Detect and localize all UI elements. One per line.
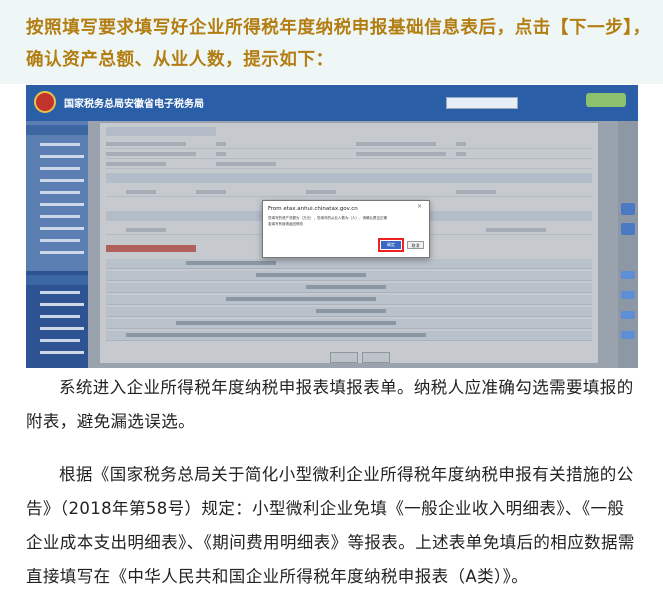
paragraph-select-attachments: 系统进入企业所得税年度纳税申报表填报表单。纳税人应准确勾选需要填报的附表，避免漏… — [26, 378, 634, 431]
sidebar-item[interactable] — [40, 203, 84, 206]
portal-search-input[interactable] — [446, 97, 518, 109]
toolbar-button[interactable] — [621, 271, 635, 279]
portal-user-button[interactable] — [586, 93, 626, 107]
dialog-origin: From etax.anhui.chinatax.gov.cn — [268, 206, 358, 212]
sidebar-item[interactable] — [40, 143, 80, 146]
sidebar-item[interactable] — [40, 291, 80, 294]
close-icon[interactable]: × — [417, 203, 422, 210]
sidebar-item[interactable] — [40, 351, 84, 354]
portal-title: 国家税务总局安徽省电子税务局 — [64, 99, 204, 110]
sidebar-item[interactable] — [40, 303, 84, 306]
toolbar-button[interactable] — [621, 331, 635, 339]
toolbar-button[interactable] — [621, 203, 635, 215]
sidebar-item[interactable] — [40, 227, 84, 230]
sidebar-item[interactable] — [40, 315, 80, 318]
sidebar-item[interactable] — [40, 191, 80, 194]
sidebar-item[interactable] — [40, 179, 84, 182]
sidebar-item[interactable] — [40, 167, 80, 170]
toolbar-button[interactable] — [621, 223, 635, 235]
sidebar-item[interactable] — [40, 339, 80, 342]
sidebar-item[interactable] — [40, 251, 84, 254]
sidebar-item[interactable] — [40, 239, 80, 242]
paragraph-regulation: 根据《国家税务总局关于简化小型微利企业所得税年度纳税申报有关措施的公告》（201… — [26, 465, 635, 586]
confirm-dialog: From etax.anhui.chinatax.gov.cn × 您填写的资产… — [262, 200, 430, 258]
tax-emblem-icon — [34, 91, 56, 113]
cancel-button[interactable]: 取消 — [407, 241, 424, 249]
sidebar-lower — [26, 271, 88, 368]
portal-right-toolbar — [618, 121, 638, 368]
sidebar-section[interactable] — [26, 275, 88, 285]
dialog-message: 您填写的资产总额为（万元），您填写的从业人数为（人），请确认是否正确 — [268, 216, 387, 220]
portal-screenshot: 国家税务总局安徽省电子税务局 From etax.anhui.chinatax.… — [26, 85, 638, 368]
dialog-message-2: 若填写有误请返回修改 — [268, 222, 303, 226]
instruction-heading: 按照填写要求填写好企业所得税年度纳税申报基础信息表后，点击【下一步】，确认资产总… — [26, 18, 651, 70]
portal-header: 国家税务总局安徽省电子税务局 — [26, 85, 638, 121]
ok-button[interactable]: 确定 — [381, 241, 401, 249]
toolbar-button[interactable] — [621, 311, 635, 319]
portal-sidebar — [26, 121, 88, 368]
sidebar-item[interactable] — [40, 215, 80, 218]
sidebar-item[interactable] — [40, 327, 84, 330]
sidebar-section[interactable] — [26, 125, 88, 135]
toolbar-button[interactable] — [621, 291, 635, 299]
sidebar-item[interactable] — [40, 155, 84, 158]
